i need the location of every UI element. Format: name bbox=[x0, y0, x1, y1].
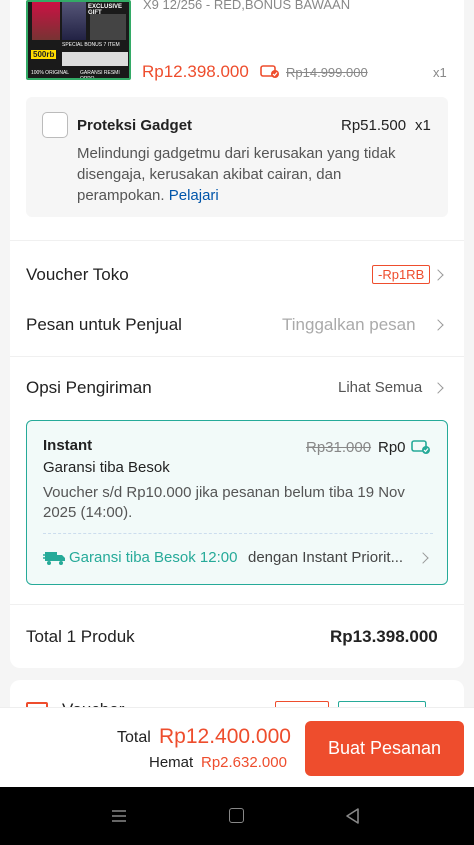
home-nav-icon[interactable] bbox=[229, 808, 244, 823]
chevron-right-icon bbox=[432, 319, 444, 331]
shipping-voucher-icon bbox=[411, 439, 431, 455]
protection-quantity: x1 bbox=[415, 117, 431, 134]
guarantee-time: Garansi tiba Besok 12:00 bbox=[69, 549, 238, 566]
shipping-divider bbox=[43, 533, 433, 534]
chevron-right-icon bbox=[432, 382, 444, 394]
protection-checkbox[interactable] bbox=[42, 112, 68, 138]
learn-more-link[interactable]: Pelajari bbox=[169, 187, 219, 204]
shipping-price: Rp0 bbox=[378, 439, 406, 456]
shipping-option-name: Instant bbox=[43, 437, 93, 454]
checkout-bar: Total Rp12.400.000 Hemat Rp2.632.000 Bua… bbox=[0, 707, 474, 787]
chevron-right-icon bbox=[417, 552, 429, 564]
protection-description: Melindungi gadgetmu dari kerusakan yang … bbox=[77, 143, 397, 206]
thumb-label: 100% ORIGINAL bbox=[31, 70, 70, 76]
see-all-link[interactable]: Lihat Semua bbox=[338, 379, 422, 396]
voucher-toko-label: Voucher Toko bbox=[26, 265, 129, 284]
chevron-right-icon bbox=[432, 269, 444, 281]
total-products-value: Rp13.398.000 bbox=[330, 627, 438, 646]
savings-value: Rp2.632.000 bbox=[201, 754, 287, 771]
product-thumbnail[interactable]: EXCLUSIVE GIFT SPECIAL BONUS 7 ITEM 500r… bbox=[26, 0, 131, 80]
product-variant: X9 12/256 - RED,BONUS BAWAAN bbox=[143, 0, 351, 12]
voucher-toko-row[interactable]: Voucher Toko -Rp1RB bbox=[10, 255, 464, 295]
product-quantity: x1 bbox=[433, 65, 447, 80]
thumb-label: SPECIAL BONUS 7 ITEM bbox=[62, 42, 120, 48]
menu-nav-icon[interactable] bbox=[111, 809, 127, 823]
protection-title: Proteksi Gadget bbox=[77, 117, 193, 134]
protection-description-text: Melindungi gadgetmu dari kerusakan yang … bbox=[77, 145, 396, 204]
thumb-label: 500rb bbox=[31, 50, 57, 59]
shipping-option-instant[interactable]: Instant Rp31.000 Rp0 Garansi tiba Besok … bbox=[26, 420, 448, 585]
thumb-label: GARANSI RESMI OPPO bbox=[80, 70, 120, 80]
shipping-service: dengan Instant Priorit... bbox=[248, 549, 404, 566]
shipping-old-price: Rp31.000 bbox=[306, 439, 372, 456]
message-row[interactable]: Pesan untuk Penjual Tinggalkan pesan bbox=[10, 305, 464, 345]
protection-price: Rp51.500 bbox=[341, 117, 407, 134]
message-input[interactable]: Tinggalkan pesan bbox=[282, 315, 416, 335]
total-products-label: Total 1 Produk bbox=[26, 627, 135, 646]
place-order-button[interactable]: Buat Pesanan bbox=[305, 721, 464, 776]
message-label: Pesan untuk Penjual bbox=[26, 315, 182, 334]
delivery-truck-icon bbox=[43, 549, 67, 567]
shipping-label: Opsi Pengiriman bbox=[26, 378, 152, 397]
total-value: Rp12.400.000 bbox=[159, 725, 291, 748]
product-price: Rp12.398.000 bbox=[142, 62, 249, 81]
total-label: Total bbox=[117, 729, 151, 746]
android-nav-bar bbox=[0, 787, 474, 845]
voucher-toko-badge: -Rp1RB bbox=[372, 265, 431, 284]
shipping-voucher-note: Voucher s/d Rp10.000 jika pesanan belum … bbox=[43, 484, 405, 521]
shipping-guarantee: Garansi tiba Besok bbox=[43, 459, 170, 476]
coin-voucher-icon bbox=[260, 64, 280, 78]
savings-label: Hemat bbox=[149, 754, 194, 771]
original-price: Rp14.999.000 bbox=[286, 65, 368, 80]
back-nav-icon[interactable] bbox=[344, 807, 362, 825]
shipping-header[interactable]: Opsi Pengiriman Lihat Semua bbox=[10, 368, 464, 408]
